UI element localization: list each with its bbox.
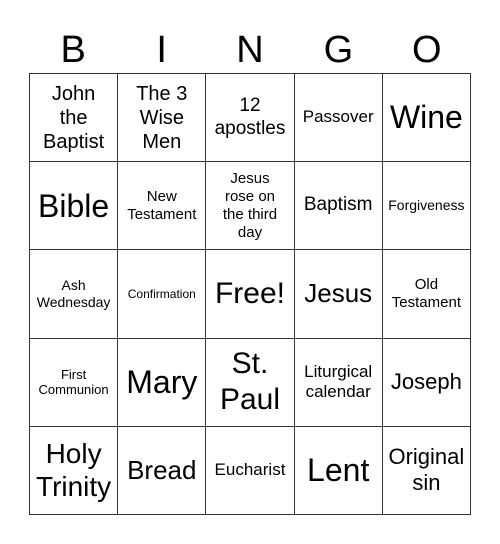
bingo-cell[interactable]: 12 apostles: [206, 74, 295, 163]
header-letter-i: I: [156, 29, 167, 71]
bingo-cell[interactable]: Jesus: [294, 250, 383, 339]
bingo-cell[interactable]: Baptism: [294, 162, 383, 251]
bingo-cell[interactable]: Jesus rose on the third day: [206, 162, 295, 251]
bingo-cell[interactable]: Liturgical calendar: [294, 338, 383, 427]
bingo-cell[interactable]: Eucharist: [206, 426, 295, 515]
bingo-cell[interactable]: St. Paul: [206, 338, 295, 427]
bingo-cell[interactable]: Passover: [294, 74, 383, 163]
bingo-cell[interactable]: John the Baptist: [30, 74, 119, 163]
bingo-cell[interactable]: Ash Wednesday: [30, 250, 119, 339]
bingo-cell-free[interactable]: Free!: [206, 250, 295, 339]
bingo-cell[interactable]: First Communion: [30, 338, 119, 427]
bingo-cell[interactable]: Holy Trinity: [30, 426, 119, 515]
bingo-cell[interactable]: Bread: [118, 426, 207, 515]
bingo-cell[interactable]: Lent: [294, 426, 383, 515]
bingo-cell[interactable]: Forgiveness: [382, 162, 471, 251]
bingo-cell[interactable]: Original sin: [382, 426, 471, 515]
bingo-cell[interactable]: The 3 Wise Men: [118, 74, 207, 163]
header-letter-o: O: [412, 29, 442, 71]
header-letter-n: N: [236, 29, 264, 71]
bingo-header: B I N G O: [29, 28, 471, 73]
bingo-cell[interactable]: Confirmation: [118, 250, 207, 339]
header-letter-b: B: [60, 29, 86, 71]
bingo-cell[interactable]: New Testament: [118, 162, 207, 251]
bingo-cell[interactable]: Bible: [30, 162, 119, 251]
bingo-cell[interactable]: Mary: [118, 338, 207, 427]
bingo-cell[interactable]: Old Testament: [382, 250, 471, 339]
header-letter-g: G: [323, 29, 354, 71]
bingo-grid: John the Baptist The 3 Wise Men 12 apost…: [29, 73, 471, 515]
bingo-cell[interactable]: Joseph: [382, 338, 471, 427]
bingo-cell[interactable]: Wine: [382, 74, 471, 163]
